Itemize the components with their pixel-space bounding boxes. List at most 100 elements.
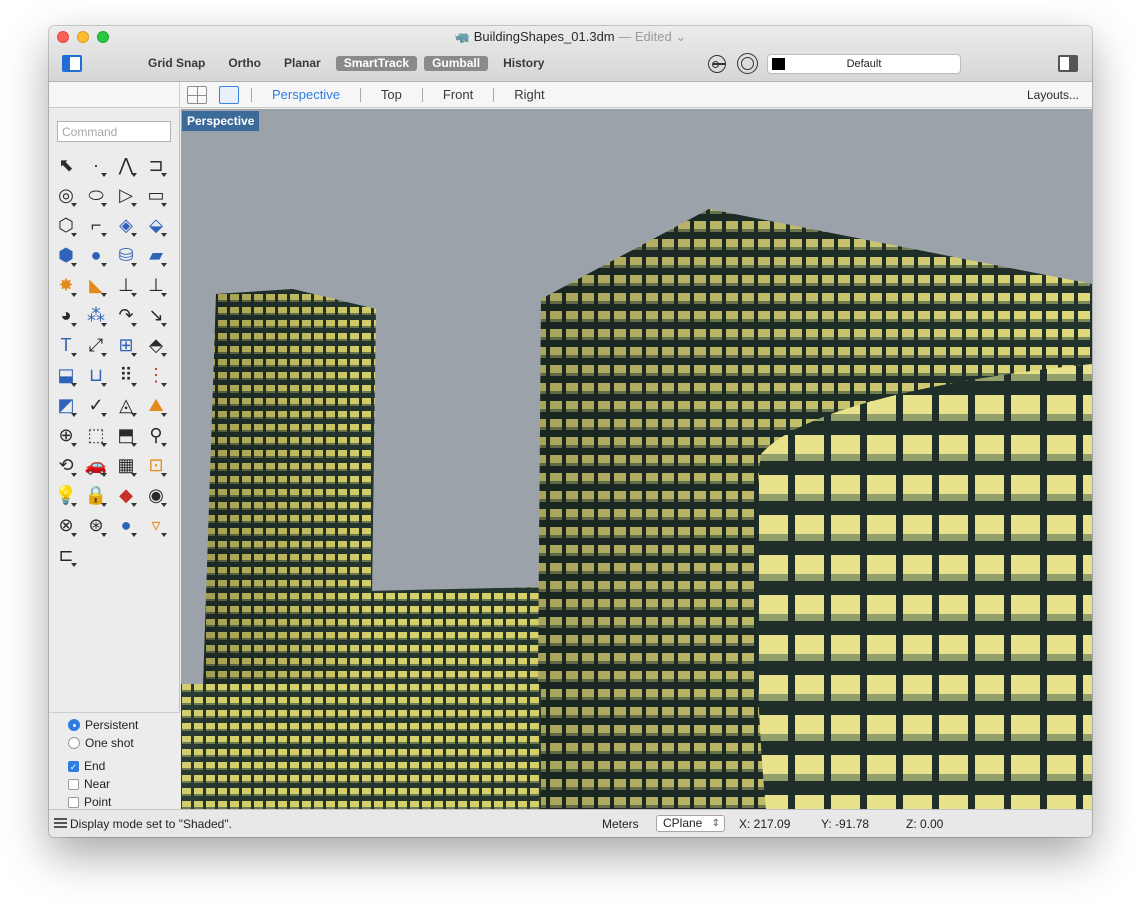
car-icon[interactable]: 🚗 (81, 450, 111, 480)
x-coordinate: X: 217.09 (739, 817, 791, 831)
offset-icon[interactable]: ◩ (51, 390, 81, 420)
osnap-persistent-option[interactable]: Persistent (68, 718, 138, 732)
boolean-icon[interactable]: ◣ (81, 270, 111, 300)
cplane-select[interactable]: CPlane (656, 815, 725, 832)
solid-union-icon[interactable]: ◕ (51, 300, 81, 330)
osnap-filter-icon[interactable] (708, 55, 726, 73)
chevron-down-icon[interactable]: ⌄ (672, 29, 686, 44)
current-layer-select[interactable]: Default (767, 54, 961, 74)
rotate-view-icon[interactable]: ⟲ (51, 450, 81, 480)
panels-toggle-button[interactable] (1058, 55, 1078, 72)
blend-curve-icon[interactable]: ↷ (111, 300, 141, 330)
z-coordinate: Z: 0.00 (906, 817, 944, 831)
y-coordinate: Y: -91.78 (821, 817, 870, 831)
history-tree-icon[interactable]: ⊏ (51, 540, 81, 570)
trim-icon[interactable]: ⊥ (111, 270, 141, 300)
osnap-near-option[interactable]: Near (68, 777, 110, 791)
polyline-icon[interactable]: ⋀ (111, 150, 141, 180)
near-checkbox[interactable] (68, 778, 79, 790)
render-sphere-icon[interactable]: ● (111, 510, 141, 540)
osnap-target-icon[interactable] (737, 53, 758, 74)
point-icon[interactable]: · (81, 150, 111, 180)
smarttrack-toggle[interactable]: SmartTrack (335, 56, 418, 71)
point-label: Point (84, 795, 112, 809)
title-bar: 🦏 BuildingShapes_01.3dm — Edited ⌄ Grid S… (49, 26, 1092, 82)
box-icon[interactable]: ⬢ (51, 240, 81, 270)
explode-icon[interactable]: ✸ (51, 270, 81, 300)
sweep-icon[interactable]: ◬ (111, 390, 141, 420)
color-wheel-icon[interactable]: ◉ (141, 480, 171, 510)
dimension-icon[interactable]: ⊔ (81, 360, 111, 390)
viewport-label[interactable]: Perspective (182, 111, 260, 131)
layer-color-swatch (772, 58, 785, 70)
curve-icon[interactable]: ⊐ (141, 150, 171, 180)
pencil-icon[interactable]: ▿ (141, 510, 171, 540)
lock-icon[interactable]: 🔒 (81, 480, 111, 510)
group-icon[interactable]: ⊞ (111, 330, 141, 360)
text-icon[interactable]: T (51, 330, 81, 360)
osnap-oneshot-option[interactable]: One shot (68, 736, 134, 750)
single-viewport-button[interactable] (219, 86, 239, 104)
polygon-icon[interactable]: ▷ (111, 180, 141, 210)
light-icon[interactable]: 💡 (51, 480, 81, 510)
document-name: BuildingShapes_01.3dm (473, 29, 615, 44)
layouts-button[interactable]: Layouts... (1027, 88, 1079, 102)
mesh-icon[interactable]: ▦ (111, 450, 141, 480)
osnap-point-option[interactable]: Point (68, 795, 111, 809)
zoom-extents-icon[interactable]: ⬒ (111, 420, 141, 450)
paint-icon[interactable]: ⛰ (141, 390, 171, 420)
zoom-icon[interactable]: ⚲ (141, 420, 171, 450)
sidebar-toggle-button[interactable] (62, 55, 82, 72)
ellipse-icon[interactable]: ⬭ (81, 180, 111, 210)
gumball-toggle[interactable]: Gumball (424, 56, 489, 71)
scale-icon[interactable]: ⤢ (81, 330, 111, 360)
rectangle-icon[interactable]: ▭ (141, 180, 171, 210)
globe-icon[interactable]: ⊛ (81, 510, 111, 540)
curved-building (755, 364, 1092, 809)
sidebar: ⬉ · ⋀ ⊐ ◎ ⬭ ▷ ▭ ⬡ ⌐ ◈ ⬙ ⬢ ● ⛁ ▰ ✸ ◣ ⊥ ⊥ … (49, 109, 180, 809)
perspective-viewport[interactable]: Perspective (181, 109, 1092, 809)
tab-right[interactable]: Right (493, 88, 564, 102)
tag-icon[interactable]: ⬘ (141, 330, 171, 360)
window-title: 🦏 BuildingShapes_01.3dm — Edited ⌄ (49, 29, 1092, 45)
plane-surface-icon[interactable]: ▰ (141, 240, 171, 270)
edited-indicator[interactable]: — Edited (618, 29, 671, 44)
planar-toggle[interactable]: Planar (276, 56, 329, 71)
select-arrow-icon[interactable]: ⬉ (51, 150, 81, 180)
extrude-icon[interactable]: ⬓ (51, 360, 81, 390)
osnap-panel: Persistent One shot ✓ End Near Point (49, 712, 180, 809)
tab-perspective[interactable]: Perspective (251, 88, 360, 102)
history-toggle[interactable]: History (495, 56, 552, 71)
four-viewports-button[interactable] (187, 86, 207, 104)
layers-icon[interactable]: ◆ (111, 480, 141, 510)
arc-icon[interactable]: ⬡ (51, 210, 81, 240)
sphere-icon[interactable]: ● (81, 240, 111, 270)
zoom-selected-icon[interactable]: ⬚ (81, 420, 111, 450)
persistent-radio[interactable] (68, 719, 80, 731)
rebuild-icon[interactable]: ↘ (141, 300, 171, 330)
surface-point-icon[interactable]: ◈ (111, 210, 141, 240)
split-icon[interactable]: ⊥ (141, 270, 171, 300)
end-checkbox[interactable]: ✓ (68, 760, 79, 772)
units-label[interactable]: Meters (602, 817, 639, 831)
zoom-window-icon[interactable]: ⊕ (51, 420, 81, 450)
ortho-toggle[interactable]: Ortho (220, 56, 269, 71)
command-history-icon[interactable] (54, 818, 67, 828)
circle-icon[interactable]: ◎ (51, 180, 81, 210)
cylinder-icon[interactable]: ⛁ (111, 240, 141, 270)
properties-icon[interactable]: ⊡ (141, 450, 171, 480)
oneshot-radio[interactable] (68, 737, 80, 749)
layer-icon[interactable]: ⋮ (141, 360, 171, 390)
osnap-end-option[interactable]: ✓ End (68, 759, 105, 773)
command-input[interactable] (57, 121, 171, 142)
point-checkbox[interactable] (68, 796, 79, 808)
sphere-wireframe-icon[interactable]: ⊗ (51, 510, 81, 540)
surface-edge-icon[interactable]: ⬙ (141, 210, 171, 240)
fillet-curve-icon[interactable]: ⌐ (81, 210, 111, 240)
point-cloud-icon[interactable]: ⁂ (81, 300, 111, 330)
tab-front[interactable]: Front (421, 88, 493, 102)
tab-top[interactable]: Top (359, 88, 422, 102)
grid-snap-toggle[interactable]: Grid Snap (140, 56, 213, 71)
array-icon[interactable]: ⠿ (111, 360, 141, 390)
check-icon[interactable]: ✓ (81, 390, 111, 420)
